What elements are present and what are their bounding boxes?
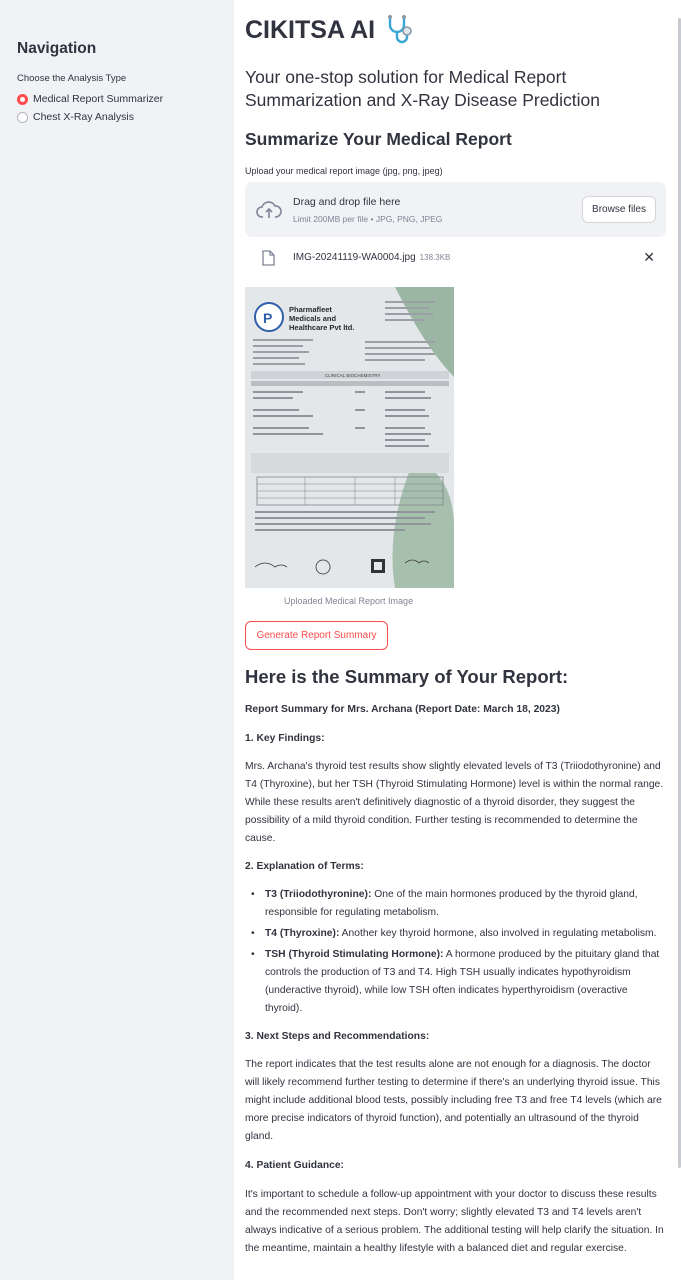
- svg-text:P: P: [263, 310, 272, 326]
- summary-heading: Here is the Summary of Your Report:: [245, 666, 569, 687]
- radio-label: Medical Report Summarizer: [33, 93, 164, 105]
- radio-unselected-icon[interactable]: [17, 111, 28, 123]
- svg-text:Medicals and: Medicals and: [289, 314, 337, 323]
- guidance-title: 4. Patient Guidance:: [245, 1160, 344, 1171]
- upload-caption: Upload your medical report image (jpg, p…: [245, 166, 443, 176]
- report-line: Report Summary for Mrs. Archana (Report …: [245, 704, 560, 715]
- page-title: CIKITSA AI: [245, 13, 417, 47]
- terms-title: 2. Explanation of Terms:: [245, 861, 364, 872]
- term-name: T4 (Thyroxine):: [265, 928, 340, 939]
- svg-text:CLINICAL BIOCHEMISTRY: CLINICAL BIOCHEMISTRY: [325, 373, 381, 378]
- terms-list: T3 (Triiodothyronine): One of the main h…: [245, 886, 667, 1021]
- main-content: CIKITSA AI Your one-stop solution for Me…: [234, 0, 681, 1280]
- file-name: IMG-20241119-WA0004.jpg 138.3KB: [293, 252, 450, 263]
- term-definition: Another key thyroid hormone, also involv…: [341, 928, 657, 939]
- remove-file-close-icon[interactable]: ✕: [643, 249, 655, 266]
- browse-files-button[interactable]: Browse files: [582, 196, 656, 223]
- file-dropzone[interactable]: Drag and drop file here Limit 200MB per …: [245, 182, 666, 237]
- radio-selected-icon[interactable]: [17, 93, 28, 105]
- next-steps-title: 3. Next Steps and Recommendations:: [245, 1031, 430, 1042]
- uploaded-file-row: IMG-20241119-WA0004.jpg 138.3KB ✕: [245, 248, 666, 270]
- sidebar: Navigation Choose the Analysis Type Medi…: [0, 0, 234, 1280]
- app-title-text: CIKITSA AI: [245, 15, 376, 44]
- next-steps-text: The report indicates that the test resul…: [245, 1059, 662, 1142]
- key-findings-title: 1. Key Findings:: [245, 733, 325, 744]
- sidebar-title: Navigation: [17, 40, 97, 57]
- radio-caption: Choose the Analysis Type: [17, 73, 127, 84]
- stethoscope-icon: [388, 15, 412, 44]
- svg-text:Pharmafleet: Pharmafleet: [289, 305, 332, 314]
- file-name-text: IMG-20241119-WA0004.jpg: [293, 252, 416, 263]
- guidance-text: It's important to schedule a follow-up a…: [245, 1189, 664, 1254]
- term-name: T3 (Triiodothyronine):: [265, 889, 372, 900]
- upload-section-title: Summarize Your Medical Report: [245, 129, 512, 149]
- list-item: TSH (Thyroid Stimulating Hormone): A hor…: [245, 946, 667, 1018]
- radio-option-chest-xray[interactable]: Chest X-Ray Analysis: [17, 111, 134, 123]
- list-item: T3 (Triiodothyronine): One of the main h…: [245, 886, 667, 922]
- radio-option-medical-report[interactable]: Medical Report Summarizer: [17, 93, 163, 105]
- uploaded-report-image: P Pharmafleet Medicals and Healthcare Pv…: [245, 287, 454, 588]
- svg-text:Healthcare Pvt ltd.: Healthcare Pvt ltd.: [289, 323, 354, 332]
- dropzone-limit: Limit 200MB per file • JPG, PNG, JPEG: [293, 214, 443, 224]
- dropzone-title: Drag and drop file here: [293, 196, 401, 208]
- key-findings-text: Mrs. Archana's thyroid test results show…: [245, 761, 664, 844]
- file-icon: [262, 250, 275, 266]
- cloud-upload-icon: [256, 201, 282, 218]
- page-subtitle: Your one-stop solution for Medical Repor…: [245, 67, 601, 110]
- image-caption: Uploaded Medical Report Image: [284, 596, 414, 606]
- term-name: TSH (Thyroid Stimulating Hormone):: [265, 949, 444, 960]
- list-item: T4 (Thyroxine): Another key thyroid horm…: [245, 925, 667, 943]
- radio-label: Chest X-Ray Analysis: [33, 111, 134, 123]
- report-image-graphic: P Pharmafleet Medicals and Healthcare Pv…: [245, 287, 454, 588]
- file-size: 138.3KB: [419, 253, 451, 262]
- generate-summary-button[interactable]: Generate Report Summary: [245, 621, 388, 650]
